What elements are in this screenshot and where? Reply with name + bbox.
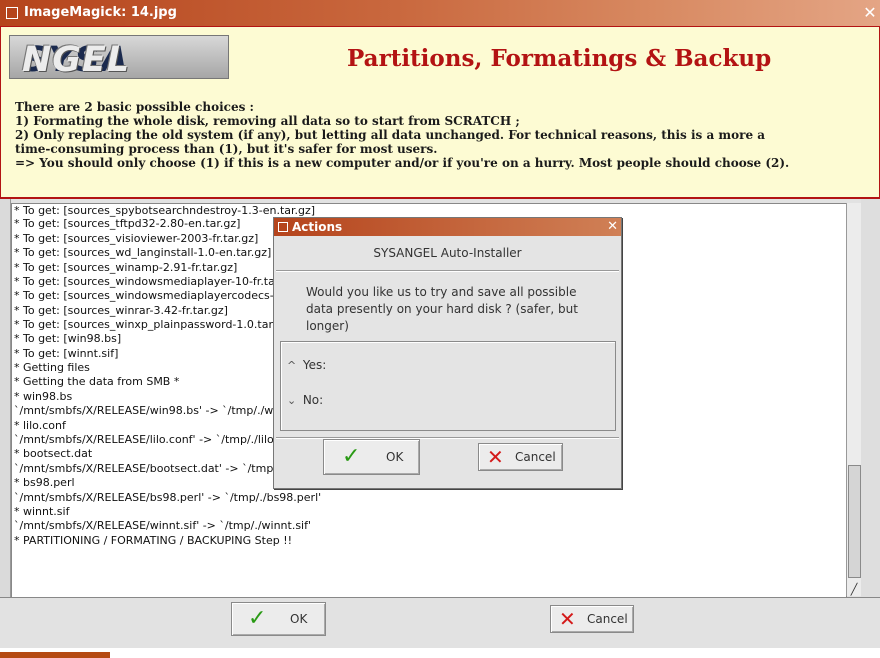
log-line: * win98.bs bbox=[14, 390, 73, 403]
button-bar: ✓ OK ✕ Cancel bbox=[0, 597, 880, 648]
banner-line: => You should only choose (1) if this is… bbox=[15, 156, 790, 170]
log-line: * To get: [sources_winxp_plainpassword-1… bbox=[14, 318, 293, 331]
window-menu-icon[interactable] bbox=[6, 7, 18, 19]
check-icon: ✓ bbox=[248, 606, 267, 631]
log-line: * PARTITIONING / FORMATING / BACKUPING S… bbox=[14, 534, 293, 547]
divider bbox=[276, 270, 619, 272]
taskbar-item[interactable] bbox=[0, 652, 110, 658]
sysangel-logo: SYSA NGEL bbox=[9, 35, 229, 80]
dialog-ok-label: OK bbox=[386, 450, 404, 464]
window-close-icon[interactable]: ✕ bbox=[862, 5, 878, 21]
log-scrollbar[interactable]: ╱ bbox=[846, 203, 861, 596]
check-icon: ✓ bbox=[342, 444, 361, 469]
dialog-title: Actions bbox=[292, 220, 343, 234]
taskbar-strip bbox=[0, 648, 880, 658]
radio-unselected-icon: ⌄ bbox=[287, 394, 297, 407]
backup-options-group: ^ Yes: ⌄ No: bbox=[280, 341, 616, 431]
radio-yes[interactable]: ^ Yes: bbox=[287, 358, 326, 372]
info-banner: SYSA NGEL Partitions, Formatings & Backup… bbox=[0, 26, 880, 200]
scrollbar-thumb[interactable] bbox=[848, 465, 861, 578]
log-line: * winnt.sif bbox=[14, 505, 70, 518]
log-line: * To get: [winnt.sif] bbox=[14, 347, 119, 360]
log-line: * To get: [win98.bs] bbox=[14, 332, 122, 345]
banner-text: There are 2 basic possible choices : 1) … bbox=[15, 100, 875, 170]
log-line: * To get: [sources_windowsmediaplayer-10… bbox=[14, 275, 299, 288]
radio-no-label: No: bbox=[302, 393, 324, 407]
log-line: * To get: [sources_winamp-2.91-fr.tar.gz… bbox=[14, 261, 238, 274]
radio-selected-icon: ^ bbox=[287, 359, 297, 372]
log-line: * To get: [sources_visioviewer-2003-fr.t… bbox=[14, 232, 259, 245]
dialog-header: SYSANGEL Auto-Installer bbox=[373, 246, 522, 260]
left-frame bbox=[0, 199, 11, 597]
dialog-cancel-button[interactable]: ✕ Cancel bbox=[478, 443, 563, 471]
log-line: * bootsect.dat bbox=[14, 447, 93, 460]
cross-icon: ✕ bbox=[559, 607, 576, 631]
banner-line: time-consuming process than (1), but it'… bbox=[15, 142, 438, 156]
cancel-button[interactable]: ✕ Cancel bbox=[550, 605, 634, 633]
log-line: `/mnt/smbfs/X/RELEASE/bs98.perl' -> `/tm… bbox=[14, 491, 322, 504]
banner-heading: Partitions, Formatings & Backup bbox=[347, 45, 772, 72]
log-line: * To get: [sources_spybotsearchndestroy-… bbox=[14, 204, 316, 217]
banner-line: There are 2 basic possible choices : bbox=[15, 100, 254, 114]
dialog-question: Would you like us to try and save all po… bbox=[306, 285, 578, 333]
log-line: * To get: [sources_wd_langinstall-1.0-en… bbox=[14, 246, 272, 259]
ok-button[interactable]: ✓ OK bbox=[231, 602, 326, 636]
dialog-menu-icon[interactable] bbox=[278, 222, 288, 232]
banner-line: 1) Formating the whole disk, removing al… bbox=[15, 114, 520, 128]
actions-dialog: Actions ✕ SYSANGEL Auto-Installer Would … bbox=[273, 217, 622, 489]
cross-icon: ✕ bbox=[487, 445, 504, 469]
log-line: * Getting files bbox=[14, 361, 90, 374]
banner-line: 2) Only replacing the old system (if any… bbox=[15, 128, 766, 142]
dialog-cancel-label: Cancel bbox=[515, 450, 556, 464]
log-line: * To get: [sources_tftpd32-2.80-en.tar.g… bbox=[14, 217, 241, 230]
radio-yes-label: Yes: bbox=[302, 358, 327, 372]
log-line: * Getting the data from SMB * bbox=[14, 375, 180, 388]
cancel-button-label: Cancel bbox=[587, 612, 628, 626]
right-frame bbox=[861, 199, 880, 597]
log-line: `/mnt/smbfs/X/RELEASE/winnt.sif' -> `/tm… bbox=[14, 519, 312, 532]
window-titlebar[interactable]: ImageMagick: 14.jpg ✕ bbox=[0, 0, 880, 26]
radio-no[interactable]: ⌄ No: bbox=[287, 393, 323, 407]
dialog-close-icon[interactable]: ✕ bbox=[607, 219, 618, 234]
window-title: ImageMagick: 14.jpg bbox=[24, 5, 177, 20]
log-line: `/mnt/smbfs/X/RELEASE/win98.bs' -> `/tmp… bbox=[14, 404, 317, 417]
ok-button-label: OK bbox=[290, 612, 308, 626]
log-line: * bs98.perl bbox=[14, 476, 75, 489]
dialog-ok-button[interactable]: ✓ OK bbox=[323, 439, 420, 475]
log-line: * lilo.conf bbox=[14, 419, 66, 432]
log-line: `/mnt/smbfs/X/RELEASE/lilo.conf' -> `/tm… bbox=[14, 433, 304, 446]
resize-grip-icon[interactable]: ╱ bbox=[847, 584, 861, 596]
dialog-titlebar[interactable]: Actions ✕ bbox=[274, 218, 621, 236]
log-line: * To get: [sources_winrar-3.42-fr.tar.gz… bbox=[14, 304, 228, 317]
